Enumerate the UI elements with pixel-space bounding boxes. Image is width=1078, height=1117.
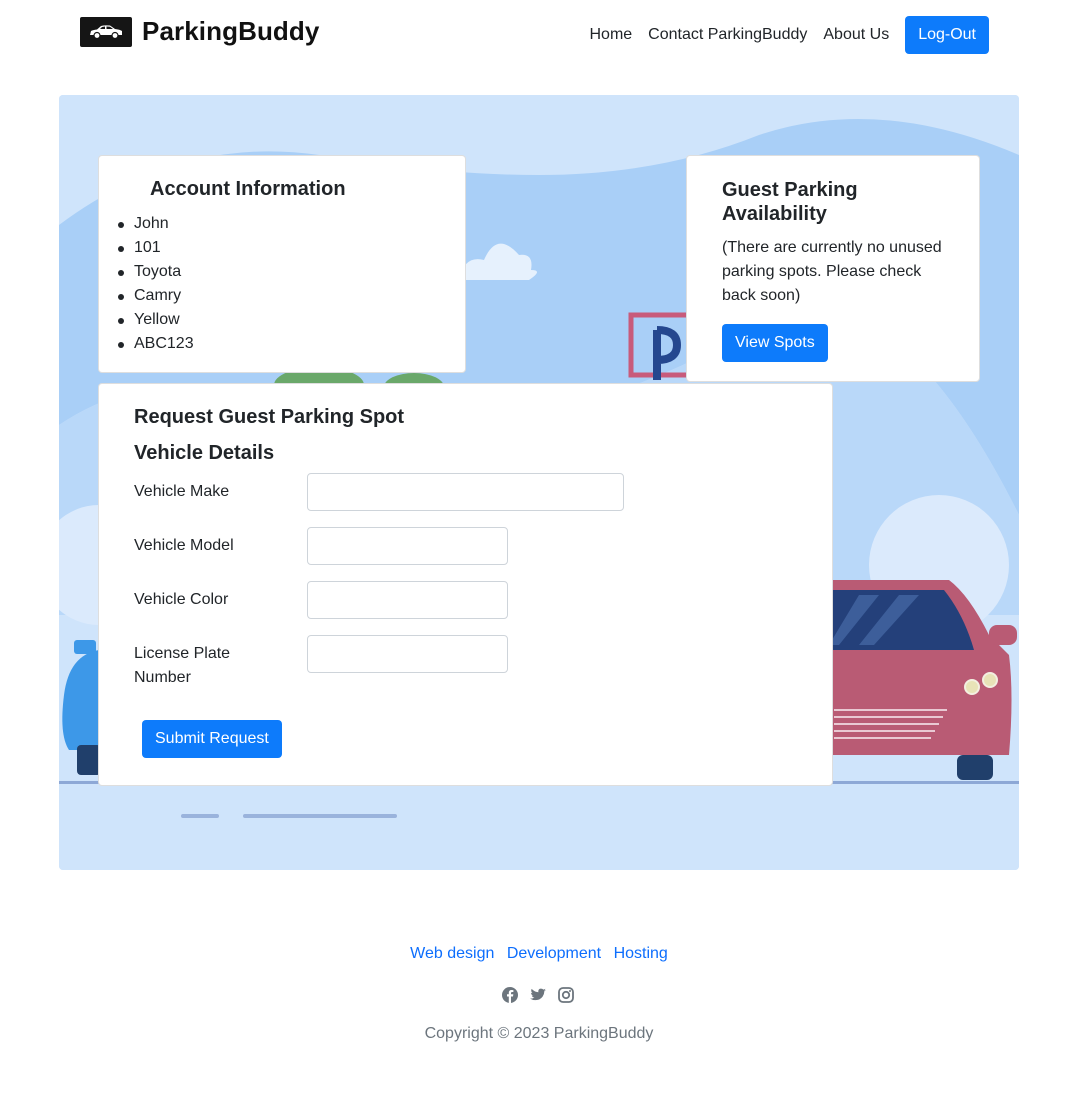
account-vehicle-model: Camry [118,284,194,308]
view-spots-button[interactable]: View Spots [722,324,828,362]
account-name: John [118,212,194,236]
vehicle-color-input[interactable] [307,581,508,619]
request-guest-parking-title: Request Guest Parking Spot [134,406,405,428]
account-license-plate: ABC123 [118,332,194,356]
twitter-icon[interactable] [529,986,549,1006]
guest-parking-availability-card: Guest Parking Availability (There are cu… [686,155,980,382]
account-details-list: John 101 Toyota Camry Yellow ABC123 [118,212,194,356]
vehicle-make-label: Vehicle Make [134,483,230,500]
social-icons [0,986,1078,1006]
license-plate-label: License Plate Number [134,645,231,686]
account-information-title: Account Information [150,178,346,200]
guest-parking-availability-title: Guest Parking Availability [722,179,858,225]
logout-button[interactable]: Log-Out [905,16,989,54]
vehicle-color-label: Vehicle Color [134,591,229,608]
account-vehicle-color: Yellow [118,308,194,332]
instagram-icon[interactable] [557,986,577,1006]
request-guest-parking-card: Request Guest Parking Spot Vehicle Detai… [98,383,833,786]
nav-home[interactable]: Home [589,16,632,54]
nav-contact[interactable]: Contact ParkingBuddy [648,16,807,54]
main-nav: Home Contact ParkingBuddy About Us Log-O… [573,16,989,54]
license-plate-input[interactable] [307,635,508,673]
vehicle-details-heading: Vehicle Details [134,442,275,464]
availability-message: (There are currently no unused parking s… [722,239,942,304]
footer-links: Web design Development Hosting [0,942,1078,966]
car-logo-icon [80,16,132,47]
vehicle-model-label: Vehicle Model [134,537,234,554]
vehicle-model-input[interactable] [307,527,508,565]
footer-link-web-design[interactable]: Web design [410,945,494,962]
account-information-card: Account Information John 101 Toyota Camr… [98,155,466,373]
vehicle-make-input[interactable] [307,473,624,511]
account-unit: 101 [118,236,194,260]
brand-name: ParkingBuddy [142,16,320,46]
brand-link[interactable]: ParkingBuddy [80,16,319,47]
copyright-text: Copyright © 2023 ParkingBuddy [424,1025,654,1042]
account-vehicle-make: Toyota [118,260,194,284]
nav-about[interactable]: About Us [823,16,889,54]
facebook-icon[interactable] [501,986,521,1006]
submit-request-button[interactable]: Submit Request [142,720,282,758]
footer-link-development[interactable]: Development [507,945,601,962]
footer-link-hosting[interactable]: Hosting [614,945,668,962]
navbar: ParkingBuddy Home Contact ParkingBuddy A… [0,0,1078,72]
